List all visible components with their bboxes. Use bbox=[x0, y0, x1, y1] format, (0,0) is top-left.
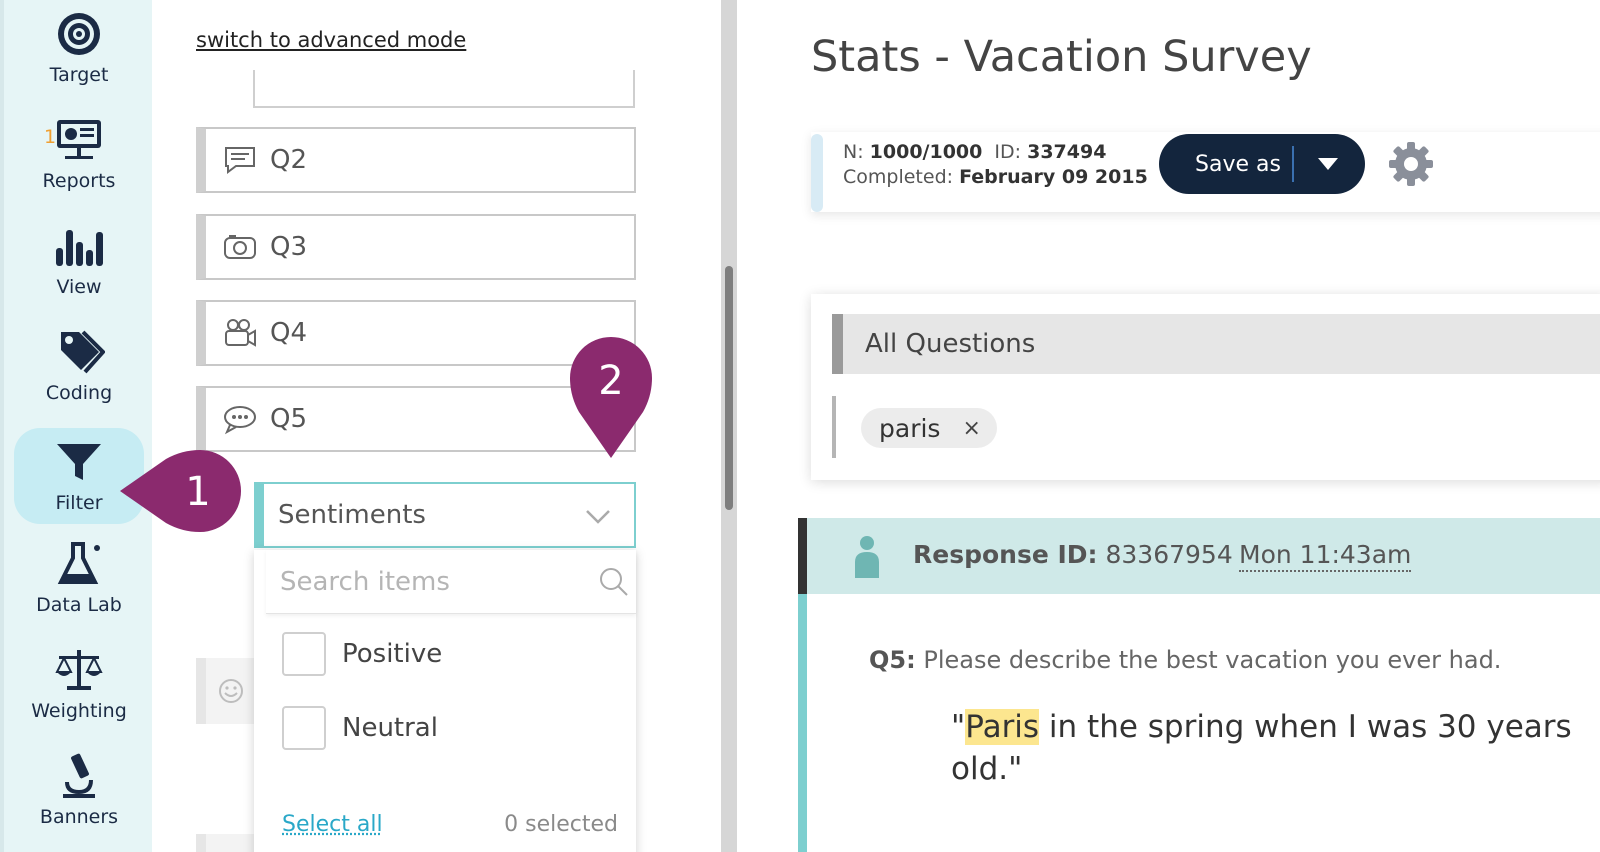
nav-label: Target bbox=[49, 64, 109, 86]
camera-icon bbox=[224, 235, 256, 259]
question-label: Q2 bbox=[270, 145, 308, 175]
nav-item-data-lab[interactable]: Data Lab bbox=[14, 530, 144, 626]
callout-2-number: 2 bbox=[598, 358, 623, 404]
question-label: Q5: bbox=[869, 646, 916, 674]
annotation-callout-1: 1 bbox=[120, 450, 242, 532]
question-box-hidden bbox=[196, 658, 256, 724]
question-q3[interactable]: Q3 bbox=[196, 214, 636, 280]
search-highlight: Paris bbox=[965, 709, 1040, 745]
question-box-hidden bbox=[196, 834, 256, 852]
advanced-mode-link[interactable]: switch to advanced mode bbox=[196, 28, 466, 52]
quote-open: " bbox=[951, 709, 966, 745]
quote-rest: in the spring when I was 30 years old." bbox=[951, 709, 1572, 787]
person-icon bbox=[855, 536, 879, 578]
search-icon bbox=[600, 568, 628, 596]
main-content: Stats - Vacation Survey N: 1000/1000 ID:… bbox=[737, 0, 1600, 852]
selected-count: 0 selected bbox=[504, 812, 618, 837]
sentiments-select-label: Sentiments bbox=[278, 500, 426, 530]
panel-scrollbar-thumb[interactable] bbox=[725, 266, 733, 510]
page-title: Stats - Vacation Survey bbox=[811, 32, 1312, 82]
nav-item-reports[interactable]: 1 Reports bbox=[14, 106, 144, 202]
response-id-value: 83367954 bbox=[1105, 540, 1233, 569]
filter-chip-row: paris × bbox=[832, 396, 1600, 458]
option-label: Positive bbox=[342, 639, 443, 669]
completed-value: February 09 2015 bbox=[959, 166, 1148, 188]
checkbox-neutral[interactable] bbox=[282, 706, 326, 750]
question-label: Q5 bbox=[270, 404, 308, 434]
question-q2[interactable]: Q2 bbox=[196, 127, 636, 193]
id-label: ID: bbox=[994, 141, 1022, 163]
nav-item-view[interactable]: View bbox=[14, 212, 144, 308]
nav-item-banners[interactable]: Banners bbox=[14, 742, 144, 838]
nav-label: View bbox=[56, 276, 102, 298]
option-label: Neutral bbox=[342, 713, 438, 743]
left-nav: Target 1 Reports View Coding Filter Data… bbox=[0, 0, 152, 852]
question-box-previous bbox=[253, 70, 635, 108]
chevron-down-icon bbox=[586, 510, 610, 524]
nav-label: Weighting bbox=[31, 700, 127, 722]
question-label: Q4 bbox=[270, 318, 308, 348]
speech-bubble-icon bbox=[225, 147, 255, 174]
response-question: Q5: Please describe the best vacation yo… bbox=[869, 646, 1501, 674]
microscope-icon bbox=[63, 753, 95, 798]
response-id-label: Response ID: bbox=[913, 540, 1098, 569]
checkbox-positive[interactable] bbox=[282, 632, 326, 676]
sentiments-dropdown: Positive Neutral Select all 0 selected bbox=[254, 550, 636, 852]
target-icon bbox=[58, 13, 100, 55]
settings-gear-icon[interactable] bbox=[1387, 140, 1435, 188]
option-neutral[interactable]: Neutral bbox=[282, 706, 438, 750]
nav-item-target[interactable]: Target bbox=[14, 0, 144, 96]
tags-icon bbox=[61, 330, 105, 374]
funnel-icon bbox=[57, 444, 101, 480]
chat-dots-icon bbox=[224, 406, 256, 435]
survey-meta: N: 1000/1000 ID: 337494 Completed: Febru… bbox=[843, 140, 1154, 190]
select-all-link[interactable]: Select all bbox=[282, 812, 383, 837]
nav-label: Data Lab bbox=[36, 594, 122, 616]
question-label: Q3 bbox=[270, 232, 308, 262]
dropdown-search bbox=[266, 550, 636, 614]
caret-down-icon[interactable] bbox=[1316, 156, 1340, 172]
question-text: Please describe the best vacation you ev… bbox=[923, 646, 1502, 674]
chip-remove-button[interactable]: × bbox=[962, 416, 980, 441]
nav-label: Coding bbox=[45, 382, 113, 404]
flask-icon bbox=[57, 542, 100, 584]
response-timestamp[interactable]: Mon 11:43am bbox=[1239, 540, 1412, 572]
callout-1-number: 1 bbox=[185, 469, 210, 515]
save-as-label: Save as bbox=[1195, 151, 1281, 177]
completed-label: Completed: bbox=[843, 166, 954, 188]
response-id: Response ID: 83367954 bbox=[913, 540, 1233, 569]
nav-label: Banners bbox=[39, 806, 119, 828]
nav-label: Reports bbox=[42, 170, 116, 192]
id-value: 337494 bbox=[1027, 141, 1107, 163]
save-as-divider bbox=[1292, 146, 1294, 182]
sentiments-select[interactable]: Sentiments bbox=[254, 482, 636, 548]
search-items-input[interactable] bbox=[266, 566, 566, 597]
nav-label: Filter bbox=[55, 492, 103, 514]
bar-chart-icon bbox=[56, 230, 103, 266]
chip-label: paris bbox=[879, 413, 941, 443]
n-value: 1000/1000 bbox=[869, 141, 983, 163]
filter-chip-paris: paris × bbox=[861, 408, 997, 448]
annotation-callout-2: 2 bbox=[570, 336, 652, 458]
n-label: N: bbox=[843, 141, 864, 163]
meta-accent-bar bbox=[811, 134, 823, 212]
all-questions-header: All Questions bbox=[832, 314, 1600, 374]
response-answer: "Paris in the spring when I was 30 years… bbox=[951, 706, 1600, 790]
video-camera-icon bbox=[225, 319, 256, 347]
nav-item-weighting[interactable]: Weighting bbox=[14, 636, 144, 732]
reports-badge: 1 bbox=[44, 126, 57, 148]
smiley-icon bbox=[219, 679, 243, 703]
scale-icon bbox=[55, 650, 103, 690]
nav-item-coding[interactable]: Coding bbox=[14, 318, 144, 414]
presentation-board-icon bbox=[57, 120, 101, 159]
option-positive[interactable]: Positive bbox=[282, 632, 442, 676]
